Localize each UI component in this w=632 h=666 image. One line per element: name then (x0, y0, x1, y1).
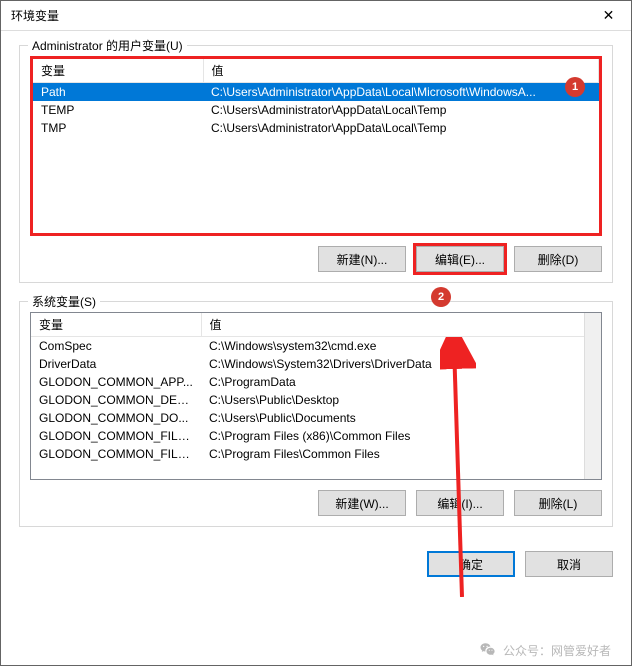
user-vars-buttons: 新建(N)... 编辑(E)... 删除(D) (30, 246, 602, 272)
sys-vars-group: 系统变量(S) 变量 值 ComSpecC:\Windows\system32\… (19, 301, 613, 527)
table-row[interactable]: GLODON_COMMON_FILE...C:\Program Files\Co… (31, 445, 601, 463)
cell-val: C:\Program Files\Common Files (201, 445, 601, 463)
scrollbar[interactable] (584, 313, 601, 479)
table-row[interactable]: Path C:\Users\Administrator\AppData\Loca… (33, 83, 599, 102)
cell-var: TEMP (33, 101, 203, 119)
cell-var: Path (33, 83, 203, 102)
col-header-variable[interactable]: 变量 (31, 313, 201, 337)
cell-var: GLODON_COMMON_DO... (31, 409, 201, 427)
titlebar: 环境变量 ✕ (1, 1, 631, 31)
cell-var: TMP (33, 119, 203, 137)
user-edit-button[interactable]: 编辑(E)... (416, 246, 504, 272)
table-row[interactable]: GLODON_COMMON_DO...C:\Users\Public\Docum… (31, 409, 601, 427)
dialog-footer: 确定 取消 (19, 545, 613, 577)
cell-var: DriverData (31, 355, 201, 373)
cell-var: GLODON_COMMON_FILE... (31, 427, 201, 445)
cell-val: C:\Users\Public\Desktop (201, 391, 601, 409)
table-header-row: 变量 值 (33, 59, 599, 83)
cell-val: C:\Users\Administrator\AppData\Local\Tem… (203, 119, 599, 137)
sys-vars-label: 系统变量(S) (28, 293, 100, 310)
sys-new-button[interactable]: 新建(W)... (318, 490, 406, 516)
user-vars-label: Administrator 的用户变量(U) (28, 37, 187, 54)
col-header-variable[interactable]: 变量 (33, 59, 203, 83)
table-row[interactable]: DriverDataC:\Windows\System32\Drivers\Dr… (31, 355, 601, 373)
cell-var: GLODON_COMMON_DES... (31, 391, 201, 409)
cell-var: GLODON_COMMON_FILE... (31, 445, 201, 463)
table-row[interactable]: GLODON_COMMON_DES...C:\Users\Public\Desk… (31, 391, 601, 409)
close-icon: ✕ (603, 7, 615, 24)
table-row[interactable]: GLODON_COMMON_FILE...C:\Program Files (x… (31, 427, 601, 445)
cell-val: C:\Users\Administrator\AppData\Local\Tem… (203, 101, 599, 119)
user-delete-button[interactable]: 删除(D) (514, 246, 602, 272)
user-new-button[interactable]: 新建(N)... (318, 246, 406, 272)
cell-val: C:\Program Files (x86)\Common Files (201, 427, 601, 445)
table-row[interactable]: TMP C:\Users\Administrator\AppData\Local… (33, 119, 599, 137)
cell-var: ComSpec (31, 337, 201, 356)
table-row[interactable]: ComSpecC:\Windows\system32\cmd.exe (31, 337, 601, 356)
window-title: 环境变量 (11, 7, 59, 24)
sys-vars-table[interactable]: 变量 值 ComSpecC:\Windows\system32\cmd.exe … (30, 312, 602, 480)
table-row[interactable]: GLODON_COMMON_APP...C:\ProgramData (31, 373, 601, 391)
sys-vars-buttons: 新建(W)... 编辑(I)... 删除(L) (30, 490, 602, 516)
watermark-text: 公众号：网管爱好者 (503, 642, 611, 659)
sys-edit-button[interactable]: 编辑(I)... (416, 490, 504, 516)
cell-val: C:\Windows\system32\cmd.exe (201, 337, 601, 356)
wechat-icon (479, 641, 497, 659)
col-header-value[interactable]: 值 (203, 59, 599, 83)
ok-button[interactable]: 确定 (427, 551, 515, 577)
sys-delete-button[interactable]: 删除(L) (514, 490, 602, 516)
close-button[interactable]: ✕ (586, 1, 631, 31)
cell-var: GLODON_COMMON_APP... (31, 373, 201, 391)
user-vars-table[interactable]: 变量 值 Path C:\Users\Administrator\AppData… (30, 56, 602, 236)
table-header-row: 变量 值 (31, 313, 601, 337)
cancel-button[interactable]: 取消 (525, 551, 613, 577)
user-vars-group: Administrator 的用户变量(U) 变量 值 Path C:\User… (19, 45, 613, 283)
watermark: 公众号：网管爱好者 (479, 641, 611, 659)
dialog-content: 1 Administrator 的用户变量(U) 变量 值 Path (1, 31, 631, 665)
cell-val: C:\ProgramData (201, 373, 601, 391)
annotation-badge-2: 2 (431, 287, 451, 307)
env-vars-dialog: 环境变量 ✕ 1 Administrator 的用户变量(U) 变量 值 (0, 0, 632, 666)
table-row[interactable]: TEMP C:\Users\Administrator\AppData\Loca… (33, 101, 599, 119)
col-header-value[interactable]: 值 (201, 313, 601, 337)
cell-val: C:\Users\Administrator\AppData\Local\Mic… (203, 83, 599, 102)
cell-val: C:\Users\Public\Documents (201, 409, 601, 427)
annotation-badge-1: 1 (565, 77, 585, 97)
cell-val: C:\Windows\System32\Drivers\DriverData (201, 355, 601, 373)
